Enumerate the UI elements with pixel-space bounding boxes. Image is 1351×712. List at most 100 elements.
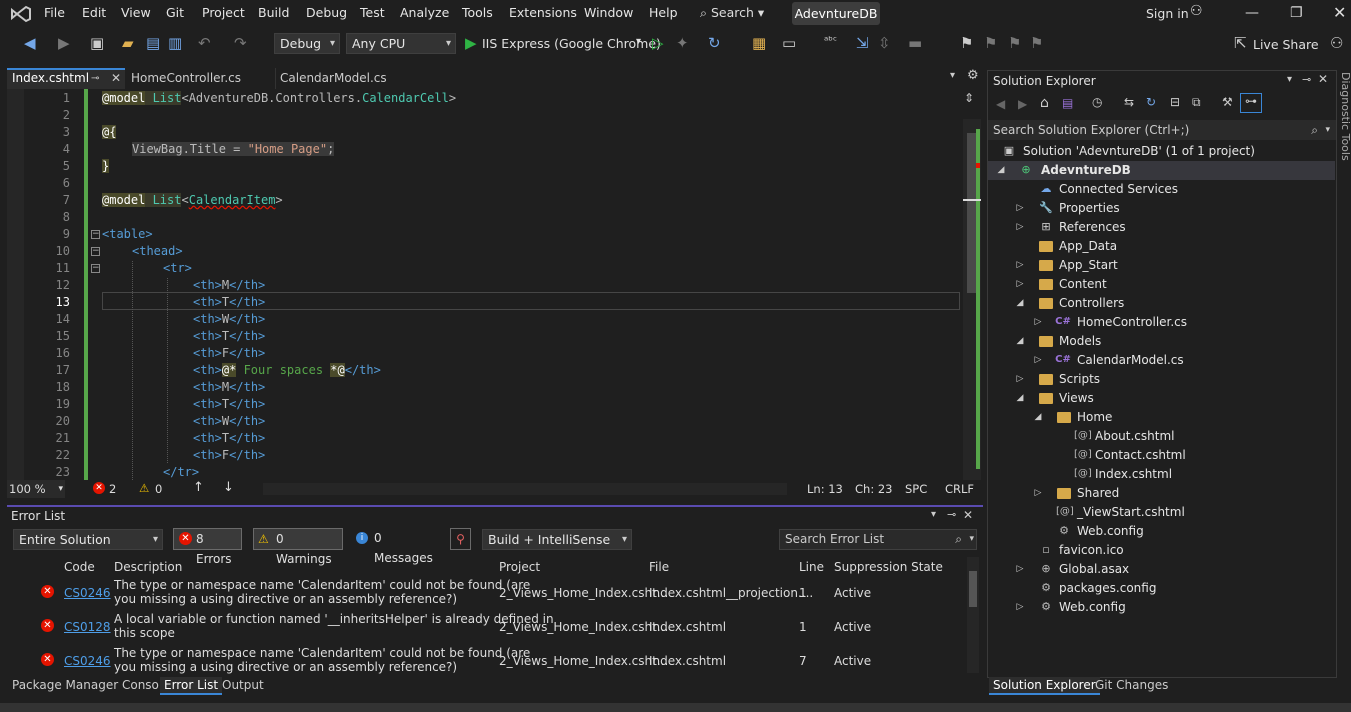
tree-homecontroller[interactable]: ▷ C# HomeController.cs bbox=[1033, 313, 1188, 332]
expand-icon[interactable]: ▷ bbox=[1015, 560, 1025, 579]
back-icon[interactable]: ◀ bbox=[24, 34, 36, 52]
tree-viewstart[interactable]: [@] _ViewStart.cshtml bbox=[1056, 503, 1185, 522]
settings-gear-icon[interactable]: ⚙ bbox=[967, 68, 979, 83]
start-without-debug-icon[interactable]: ▷ bbox=[652, 34, 664, 52]
expand-icon[interactable]: ▷ bbox=[1015, 370, 1025, 389]
forward-icon[interactable]: ▶ bbox=[1018, 97, 1027, 111]
column-indicator[interactable]: Ch: 23 bbox=[855, 482, 892, 496]
menu-view[interactable]: View bbox=[121, 0, 151, 28]
tree-packages-config[interactable]: ⚙ packages.config bbox=[1038, 579, 1156, 598]
spell-check-icon[interactable]: ᵃᵇᶜ bbox=[824, 34, 837, 47]
menu-test[interactable]: Test bbox=[360, 0, 385, 28]
scrollbar-thumb[interactable] bbox=[969, 571, 977, 607]
back-icon[interactable]: ◀ bbox=[996, 97, 1005, 111]
tree-index-cshtml[interactable]: [@] Index.cshtml bbox=[1074, 465, 1172, 484]
zoom-dropdown[interactable]: 100 % ▾ bbox=[7, 480, 65, 498]
close-button[interactable]: ✕ bbox=[1333, 3, 1346, 22]
errors-filter-button[interactable]: ✕ 8 Errors bbox=[173, 528, 242, 566]
tree-views-webconfig[interactable]: ⚙ Web.config bbox=[1056, 522, 1144, 541]
error-code-link[interactable]: CS0128 bbox=[64, 620, 111, 634]
tree-models[interactable]: ◢ Models bbox=[1015, 332, 1102, 351]
comment-icon[interactable]: ▬ bbox=[908, 34, 922, 52]
save-icon[interactable]: ▤ bbox=[146, 34, 160, 52]
live-share-icon[interactable]: ⇱ bbox=[1234, 34, 1247, 52]
collapse-all-icon[interactable]: ⊟ bbox=[1170, 95, 1180, 109]
open-folder-icon[interactable]: ▰ bbox=[122, 34, 134, 52]
close-panel-icon[interactable]: ✕ bbox=[1318, 72, 1328, 86]
pin-icon[interactable]: ⊸ bbox=[1302, 73, 1311, 86]
collapse-icon[interactable]: ◢ bbox=[1015, 294, 1025, 313]
horizontal-scrollbar[interactable] bbox=[263, 483, 787, 495]
tree-properties[interactable]: ▷ 🔧 Properties bbox=[1015, 199, 1120, 218]
feedback-icon[interactable]: ⚇ bbox=[1330, 34, 1343, 52]
warnings-filter-button[interactable]: ⚠ 0 Warnings bbox=[253, 528, 343, 566]
run-target-button[interactable]: IIS Express (Google Chrome) bbox=[482, 36, 661, 51]
preview-icon[interactable]: ⊶ bbox=[1240, 93, 1262, 113]
expand-icon[interactable]: ▷ bbox=[1015, 218, 1025, 237]
tab-homecontroller-cs[interactable]: HomeController.cs bbox=[126, 68, 276, 89]
tree-shared[interactable]: ▷ Shared bbox=[1033, 484, 1120, 503]
fold-toggle-icon[interactable]: − bbox=[91, 264, 100, 273]
fold-toggle-icon[interactable]: − bbox=[91, 230, 100, 239]
properties-wrench-icon[interactable]: ⚒ bbox=[1222, 95, 1233, 109]
menu-analyze[interactable]: Analyze bbox=[400, 0, 449, 28]
error-code-link[interactable]: CS0246 bbox=[64, 654, 111, 668]
tree-project[interactable]: ◢ ⊕ AdevntureDB bbox=[988, 161, 1335, 180]
menu-build[interactable]: Build bbox=[258, 0, 289, 28]
undo-icon[interactable]: ↶ bbox=[198, 34, 211, 52]
sign-in-link[interactable]: Sign in bbox=[1146, 0, 1189, 27]
account-icon[interactable]: ⚇ bbox=[1190, 3, 1203, 19]
menu-debug[interactable]: Debug bbox=[306, 0, 347, 28]
collapse-icon[interactable]: ◢ bbox=[1015, 389, 1025, 408]
sync-icon[interactable]: ⇆ bbox=[1124, 95, 1134, 109]
next-bookmark-icon[interactable]: ⚑ bbox=[1008, 34, 1021, 52]
error-list-scrollbar[interactable] bbox=[967, 557, 979, 673]
line-indicator[interactable]: Ln: 13 bbox=[807, 482, 843, 496]
menu-tools[interactable]: Tools bbox=[462, 0, 493, 28]
expand-icon[interactable]: ◢ bbox=[996, 161, 1006, 180]
prev-issue-icon[interactable]: ↑ bbox=[193, 480, 204, 495]
save-all-icon[interactable]: ▥ bbox=[168, 34, 182, 52]
live-share-button[interactable]: Live Share bbox=[1253, 37, 1319, 52]
maximize-button[interactable]: ❐ bbox=[1290, 5, 1303, 21]
line-ending-indicator[interactable]: CRLF bbox=[945, 482, 974, 496]
tree-solution[interactable]: ▣ Solution 'AdevntureDB' (1 of 1 project) bbox=[1001, 142, 1255, 161]
prev-bookmark-icon[interactable]: ⚑ bbox=[984, 34, 997, 52]
close-panel-icon[interactable]: ✕ bbox=[963, 508, 973, 522]
forward-icon[interactable]: ▶ bbox=[58, 34, 70, 52]
solution-search-input[interactable]: Search Solution Explorer (Ctrl+;) ⌕ ▾ bbox=[988, 120, 1336, 140]
redo-icon[interactable]: ↷ bbox=[234, 34, 247, 52]
diagnostic-tools-side-tab[interactable]: Diagnostic Tools bbox=[1339, 72, 1351, 162]
column-header-code[interactable]: Code bbox=[64, 557, 95, 577]
step-icon[interactable]: ⇲ bbox=[856, 34, 869, 52]
menu-file[interactable]: File bbox=[44, 0, 65, 28]
tree-controllers[interactable]: ◢ Controllers bbox=[1015, 294, 1125, 313]
menu-project[interactable]: Project bbox=[202, 0, 245, 28]
refresh-icon[interactable]: ↻ bbox=[1146, 95, 1156, 109]
messages-filter-button[interactable]: i 0 Messages bbox=[352, 528, 442, 565]
tree-app-start[interactable]: ▷ App_Start bbox=[1015, 256, 1118, 275]
tree-calendarmodel[interactable]: ▷ C# CalendarModel.cs bbox=[1033, 351, 1184, 370]
error-icon[interactable]: ✕ bbox=[93, 482, 105, 494]
tree-contact-cshtml[interactable]: [@] Contact.cshtml bbox=[1074, 446, 1186, 465]
tab-error-list[interactable]: Error List bbox=[160, 677, 223, 695]
menu-extensions[interactable]: Extensions bbox=[509, 0, 577, 28]
tab-overflow-icon[interactable]: ▾ bbox=[950, 70, 955, 81]
menu-git[interactable]: Git bbox=[166, 0, 184, 28]
pin-icon[interactable]: ⊸ bbox=[91, 70, 99, 87]
fold-toggle-icon[interactable]: − bbox=[91, 247, 100, 256]
tree-content[interactable]: ▷ Content bbox=[1015, 275, 1107, 294]
expand-icon[interactable]: ▷ bbox=[1015, 199, 1025, 218]
tab-index-cshtml[interactable]: Index.cshtml ⊸ ✕ bbox=[7, 68, 125, 89]
tree-scripts[interactable]: ▷ Scripts bbox=[1015, 370, 1101, 389]
run-target-chevron-icon[interactable]: ▾ bbox=[636, 36, 641, 47]
error-row[interactable]: ✕ CS0128 A local variable or function na… bbox=[7, 610, 967, 644]
warning-count[interactable]: 0 bbox=[155, 482, 162, 496]
new-project-icon[interactable]: ▣ bbox=[90, 34, 104, 52]
pin-icon[interactable]: ⊸ bbox=[947, 508, 956, 521]
column-header-description[interactable]: Description bbox=[114, 557, 182, 577]
tree-global-asax[interactable]: ▷ ⊕ Global.asax bbox=[1015, 560, 1130, 579]
warning-icon[interactable]: ⚠ bbox=[139, 481, 149, 495]
tree-connected-services[interactable]: ☁ Connected Services bbox=[1038, 180, 1179, 199]
panel-menu-icon[interactable]: ▾ bbox=[1287, 74, 1292, 85]
